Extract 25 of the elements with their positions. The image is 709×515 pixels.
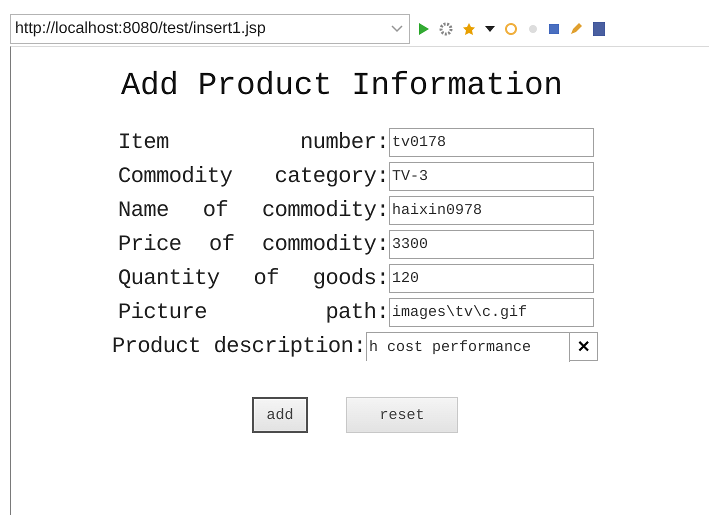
page-title: Add Product Information — [121, 67, 563, 104]
input-field[interactable]: images\tv\c.gif — [389, 298, 594, 327]
input-field[interactable]: 120 — [389, 264, 594, 293]
address-bar[interactable]: http://localhost:8080/test/insert1.jsp — [10, 14, 410, 44]
reset-button[interactable]: reset — [346, 397, 458, 433]
field-label: Product description: — [110, 334, 366, 359]
field-label: Price of commodity: — [118, 232, 389, 257]
input-field[interactable]: 3300 — [389, 230, 594, 259]
input-field[interactable]: tv0178 — [389, 128, 594, 157]
pencil-icon[interactable] — [569, 22, 583, 36]
add-button[interactable]: add — [252, 397, 308, 433]
caret-icon[interactable] — [485, 26, 495, 32]
star-icon[interactable] — [462, 22, 476, 36]
chevron-icon[interactable] — [391, 25, 403, 33]
input-field[interactable]: h cost performance ✕ — [366, 332, 598, 361]
input-field[interactable]: haixin0978 — [389, 196, 594, 225]
input-field[interactable]: TV-3 — [389, 162, 594, 191]
field-label: Quantity of goods: — [118, 266, 389, 291]
field-label: Commodity category: — [118, 164, 389, 189]
square-icon[interactable] — [548, 23, 560, 35]
field-label: Name of commodity: — [118, 198, 389, 223]
field-label: Picture path: — [118, 300, 389, 325]
run-icon[interactable] — [418, 22, 430, 36]
field-label: Item number: — [118, 130, 389, 155]
circle-icon[interactable] — [504, 22, 518, 36]
